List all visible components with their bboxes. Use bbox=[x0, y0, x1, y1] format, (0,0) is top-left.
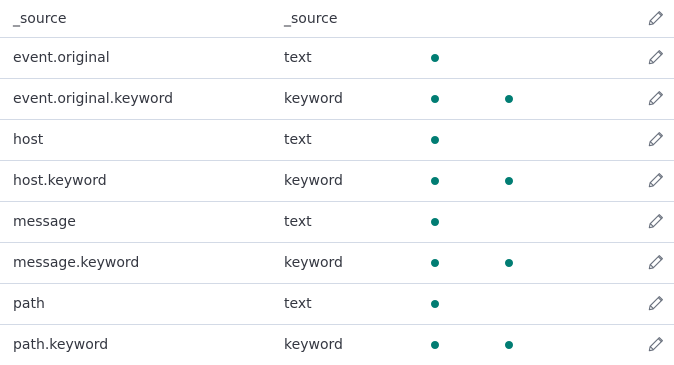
table-row: message text bbox=[0, 202, 674, 243]
edit-field-button[interactable] bbox=[648, 10, 666, 28]
field-type: text bbox=[284, 296, 312, 312]
aggregatable-indicator bbox=[505, 325, 513, 365]
table-row: path.keyword keyword bbox=[0, 325, 674, 365]
dot-icon bbox=[431, 177, 439, 185]
field-name: message bbox=[13, 214, 76, 230]
field-type: keyword bbox=[284, 255, 343, 271]
table-row: host.keyword keyword bbox=[0, 161, 674, 202]
searchable-indicator bbox=[431, 202, 439, 242]
dot-icon bbox=[431, 259, 439, 267]
dot-icon bbox=[431, 136, 439, 144]
table-row: message.keyword keyword bbox=[0, 243, 674, 284]
table-row: _source _source bbox=[0, 0, 674, 38]
searchable-indicator bbox=[431, 120, 439, 160]
dot-icon bbox=[431, 95, 439, 103]
field-name: host bbox=[13, 132, 44, 148]
table-row: event.original.keyword keyword bbox=[0, 79, 674, 120]
field-name: path.keyword bbox=[13, 337, 109, 353]
dot-icon bbox=[431, 218, 439, 226]
field-type: _source bbox=[284, 10, 338, 27]
aggregatable-indicator bbox=[505, 79, 513, 119]
dot-icon bbox=[431, 54, 439, 62]
edit-field-button[interactable] bbox=[648, 90, 666, 108]
dot-icon bbox=[431, 300, 439, 308]
searchable-indicator bbox=[431, 161, 439, 201]
field-type: keyword bbox=[284, 337, 343, 353]
pencil-icon bbox=[648, 336, 664, 354]
table-row: host text bbox=[0, 120, 674, 161]
table-row: path text bbox=[0, 284, 674, 325]
edit-field-button[interactable] bbox=[648, 131, 666, 149]
pencil-icon bbox=[648, 213, 664, 231]
dot-icon bbox=[431, 341, 439, 349]
pencil-icon bbox=[648, 131, 664, 149]
field-type: text bbox=[284, 214, 312, 230]
pencil-icon bbox=[648, 49, 664, 67]
field-type: keyword bbox=[284, 91, 343, 107]
searchable-indicator bbox=[431, 243, 439, 283]
aggregatable-indicator bbox=[505, 243, 513, 283]
field-type: text bbox=[284, 132, 312, 148]
edit-field-button[interactable] bbox=[648, 49, 666, 67]
field-name: host.keyword bbox=[13, 173, 107, 189]
edit-field-button[interactable] bbox=[648, 213, 666, 231]
field-name: event.original bbox=[13, 50, 110, 66]
edit-field-button[interactable] bbox=[648, 172, 666, 190]
table-row: event.original text bbox=[0, 38, 674, 79]
edit-field-button[interactable] bbox=[648, 254, 666, 272]
aggregatable-indicator bbox=[505, 161, 513, 201]
field-name: message.keyword bbox=[13, 255, 140, 271]
searchable-indicator bbox=[431, 284, 439, 324]
pencil-icon bbox=[648, 90, 664, 108]
field-name: path bbox=[13, 296, 45, 312]
fields-table: _source _source event.original text event.or… bbox=[0, 0, 674, 365]
searchable-indicator bbox=[431, 325, 439, 365]
dot-icon bbox=[505, 341, 513, 349]
searchable-indicator bbox=[431, 79, 439, 119]
pencil-icon bbox=[648, 10, 664, 28]
field-name: _source bbox=[13, 10, 67, 27]
dot-icon bbox=[505, 177, 513, 185]
field-type: keyword bbox=[284, 173, 343, 189]
field-type: text bbox=[284, 50, 312, 66]
dot-icon bbox=[505, 259, 513, 267]
pencil-icon bbox=[648, 295, 664, 313]
pencil-icon bbox=[648, 254, 664, 272]
edit-field-button[interactable] bbox=[648, 336, 666, 354]
field-name: event.original.keyword bbox=[13, 91, 174, 107]
edit-field-button[interactable] bbox=[648, 295, 666, 313]
searchable-indicator bbox=[431, 38, 439, 78]
dot-icon bbox=[505, 95, 513, 103]
pencil-icon bbox=[648, 172, 664, 190]
